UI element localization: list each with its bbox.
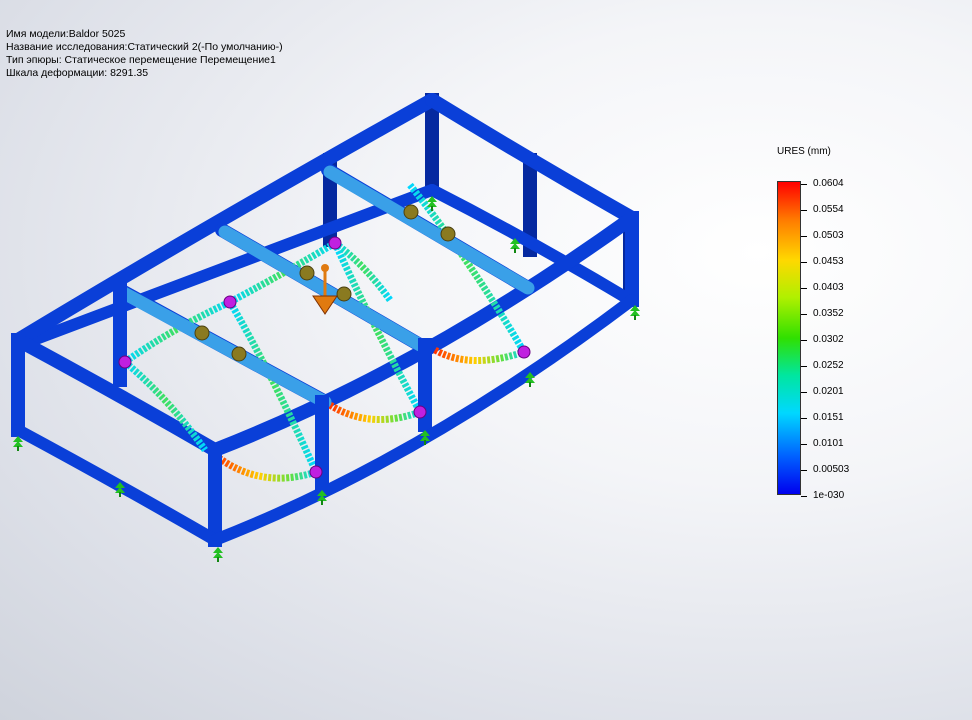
legend-tick: [801, 392, 807, 393]
legend-tick: [801, 470, 807, 471]
legend-value-label: 1e-030: [813, 490, 845, 501]
legend-tick: [801, 314, 807, 315]
legend-tick: [801, 444, 807, 445]
legend-value-label: 0.0554: [813, 204, 844, 215]
legend-tick: [801, 184, 807, 185]
legend-tick: [801, 496, 807, 497]
legend-value-label: 0.0252: [813, 360, 844, 371]
legend-tick: [801, 262, 807, 263]
legend-tick: [801, 288, 807, 289]
legend-value-label: 0.0101: [813, 438, 844, 449]
legend-value-label: 0.0352: [813, 308, 844, 319]
legend-tick: [801, 340, 807, 341]
legend-tick: [801, 418, 807, 419]
legend-value-label: 0.0503: [813, 230, 844, 241]
legend-value-label: 0.0604: [813, 178, 844, 189]
legend-tick: [801, 366, 807, 367]
legend-value-label: 0.0201: [813, 386, 844, 397]
legend-value-label: 0.0151: [813, 412, 844, 423]
legend-tick: [801, 236, 807, 237]
legend-value-label: 0.00503: [813, 464, 850, 475]
legend-title: URES (mm): [777, 146, 831, 157]
legend-value-label: 0.0453: [813, 256, 844, 267]
legend-value-label: 0.0403: [813, 282, 844, 293]
color-scale-bar: [777, 181, 801, 495]
legend-tick: [801, 210, 807, 211]
legend-value-label: 0.0302: [813, 334, 844, 345]
